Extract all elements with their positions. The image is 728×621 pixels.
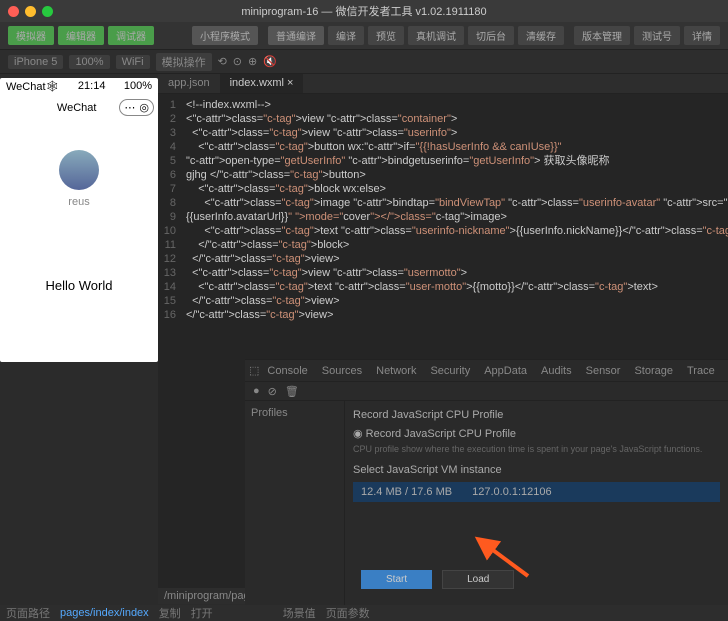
nickname-label: reus [0, 196, 158, 208]
window-title: miniprogram-16 — 微信开发者工具 v1.02.1911180 [241, 3, 486, 19]
profiler-main: Record JavaScript CPU Profile ◉ Record J… [345, 401, 728, 605]
vm-memory: 12.4 MB / 17.6 MB [361, 486, 452, 498]
editor-tab[interactable]: index.wxml × [220, 74, 304, 93]
devtools-tabs: ⬚ConsoleSourcesNetworkSecurityAppDataAud… [245, 360, 728, 382]
sim-op-select[interactable]: 模拟操作 [156, 53, 212, 71]
expand-icon[interactable]: ⊕ [248, 55, 257, 68]
profile-type-radio[interactable]: ◉ Record JavaScript CPU Profile [353, 427, 720, 440]
scene-label: 场景值 [283, 605, 316, 621]
test-button[interactable]: 测试号 [634, 26, 680, 45]
vm-instance-row[interactable]: 12.4 MB / 17.6 MB 127.0.0.1:12106 [353, 482, 720, 502]
devtools-tab[interactable]: Console [261, 363, 313, 379]
avatar[interactable] [59, 150, 99, 190]
zoom-icon[interactable] [42, 6, 53, 17]
build-button[interactable]: 编译 [328, 26, 364, 45]
profiler-buttons: Start Load [353, 562, 720, 597]
start-button[interactable]: Start [361, 570, 432, 589]
devtools-body: Profiles Record JavaScript CPU Profile ◉… [245, 401, 728, 605]
load-button[interactable]: Load [442, 570, 514, 589]
devtools-tab[interactable]: AppData [478, 363, 533, 379]
detail-button[interactable]: 详情 [684, 26, 720, 45]
devtools-tab[interactable]: Security [424, 363, 476, 379]
close-capsule-icon[interactable]: ◎ [139, 101, 149, 114]
param-label: 页面参数 [326, 605, 370, 621]
devtools-tab[interactable]: Network [370, 363, 422, 379]
simulator-panel: WeChat🕸 21:14 100% WeChat ⋯ ◎ reus Hello… [0, 74, 158, 604]
devtools-tab[interactable]: Sources [316, 363, 368, 379]
rotate-icon[interactable]: ⟲ [218, 55, 227, 68]
mute-icon[interactable]: 🔇 [263, 55, 277, 68]
phone-statusbar: WeChat🕸 21:14 100% [0, 78, 158, 95]
remote-debug-button[interactable]: 真机调试 [408, 26, 464, 45]
path-label: 页面路径 [6, 605, 50, 621]
editor-button[interactable]: 编辑器 [58, 26, 104, 45]
back-icon[interactable]: ⊙ [233, 55, 242, 68]
devtools-panel: ⬚ConsoleSourcesNetworkSecurityAppDataAud… [245, 359, 728, 605]
simulator-button[interactable]: 模拟器 [8, 26, 54, 45]
time-label: 21:14 [78, 80, 106, 93]
profiler-sidebar: Profiles [245, 401, 345, 605]
menu-icon[interactable]: ⋯ [124, 101, 135, 114]
capsule: ⋯ ◎ [119, 99, 154, 116]
footer-bar: 页面路径 pages/index/index 复制 打开 场景值 页面参数 [0, 605, 728, 621]
simulator-subbar: iPhone 5 100% WiFi 模拟操作 ⟲ ⊙ ⊕ 🔇 [0, 50, 728, 74]
device-select[interactable]: iPhone 5 [8, 55, 63, 69]
minimize-icon[interactable] [25, 6, 36, 17]
profiler-hint: CPU profile show where the execution tim… [353, 444, 720, 454]
copy-link[interactable]: 复制 [159, 605, 181, 621]
network-select[interactable]: WiFi [116, 55, 150, 69]
vm-address: 127.0.0.1:12106 [472, 486, 552, 498]
page-title: WeChat [34, 102, 119, 114]
devtools-tab[interactable]: Storage [628, 363, 679, 379]
hello-text: Hello World [0, 278, 158, 293]
current-path[interactable]: pages/index/index [60, 607, 149, 619]
clear-cache-button[interactable]: 清缓存 [518, 26, 564, 45]
version-button[interactable]: 版本管理 [574, 26, 630, 45]
vm-heading: Select JavaScript VM instance [353, 464, 720, 476]
titlebar: miniprogram-16 — 微信开发者工具 v1.02.1911180 [0, 0, 728, 22]
carrier-label: WeChat🕸 [6, 80, 60, 93]
main-toolbar: 模拟器 编辑器 调试器 小程序模式 普通编译 编译 预览 真机调试 切后台 清缓… [0, 22, 728, 50]
record-icon[interactable]: ● [253, 385, 260, 397]
preview-button[interactable]: 预览 [368, 26, 404, 45]
profiler-toolbar: ● ⊘ 🗑 [245, 382, 728, 401]
editor-tab[interactable]: app.json [158, 74, 220, 93]
editor-tabs: app.jsonindex.wxml × [158, 74, 728, 94]
battery-label: 100% [124, 80, 152, 93]
close-icon[interactable] [8, 6, 19, 17]
background-button[interactable]: 切后台 [468, 26, 514, 45]
window-controls [8, 6, 53, 17]
mode-select[interactable]: 小程序模式 [192, 26, 258, 45]
devtools-tab[interactable]: Sensor [580, 363, 627, 379]
devtools-tab[interactable]: Trace [681, 363, 721, 379]
phone-header: WeChat ⋯ ◎ [0, 95, 158, 120]
profiles-label[interactable]: Profiles [251, 407, 338, 419]
devtools-tab[interactable]: Wxml [723, 363, 728, 379]
clear-icon[interactable]: ⊘ [268, 385, 277, 398]
profiler-heading: Record JavaScript CPU Profile [353, 409, 720, 421]
delete-icon[interactable]: 🗑 [285, 385, 299, 398]
open-link[interactable]: 打开 [191, 605, 213, 621]
devtools-tab[interactable]: Audits [535, 363, 578, 379]
compile-select[interactable]: 普通编译 [268, 26, 324, 45]
phone-frame: WeChat🕸 21:14 100% WeChat ⋯ ◎ reus Hello… [0, 78, 158, 362]
zoom-select[interactable]: 100% [69, 55, 109, 69]
inspect-icon[interactable]: ⬚ [249, 364, 259, 377]
line-gutter: 12345678910111213141516 [158, 94, 182, 588]
debugger-button[interactable]: 调试器 [108, 26, 154, 45]
